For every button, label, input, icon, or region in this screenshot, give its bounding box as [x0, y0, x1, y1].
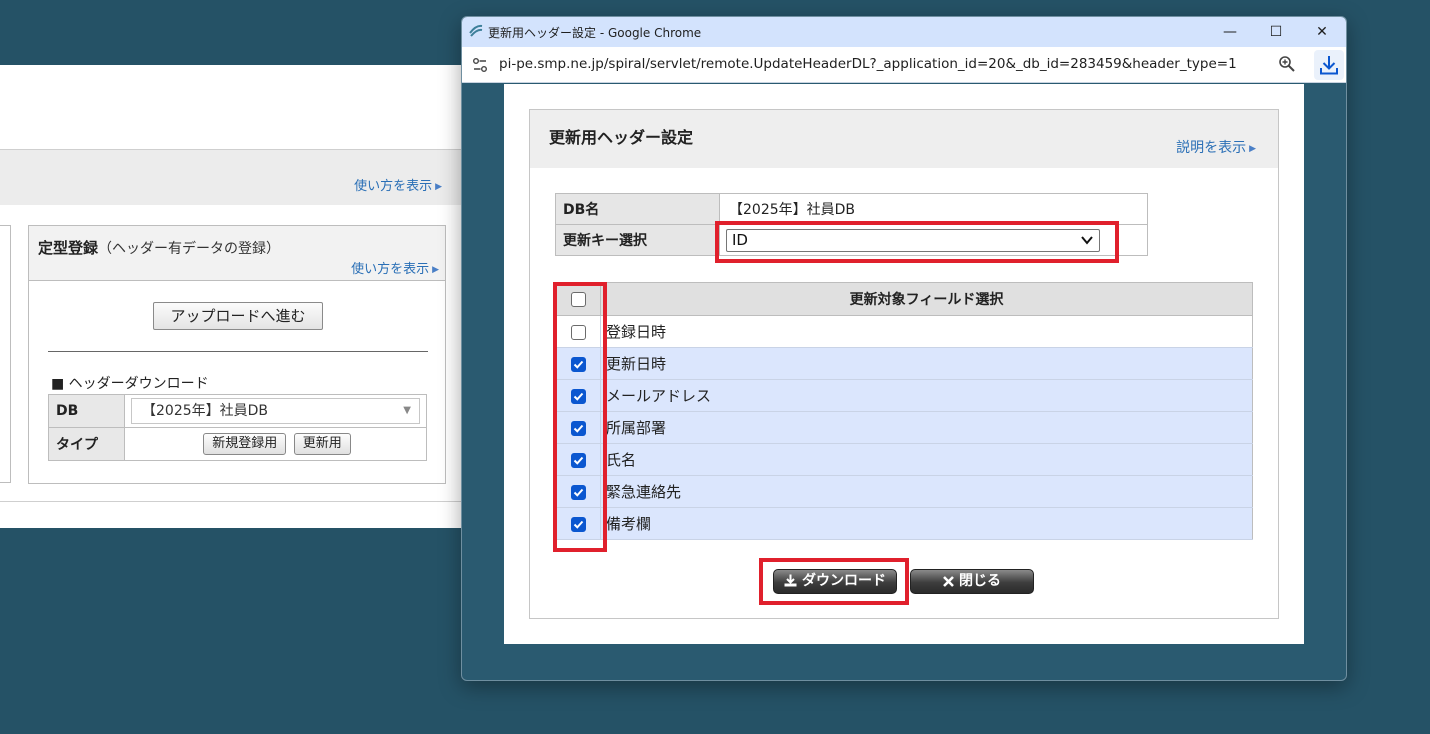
zoom-icon[interactable] [1278, 55, 1296, 73]
upload-button[interactable]: アップロードへ進む [153, 302, 323, 330]
field-row: メールアドレス [555, 379, 1253, 412]
panel-header: 更新用ヘッダー設定 説明を表示 ▶ [530, 110, 1278, 168]
highlight-update-key [715, 221, 1119, 263]
field-name: 氏名 [600, 443, 1253, 476]
app-icon [469, 24, 483, 37]
site-info-icon[interactable] [471, 56, 489, 74]
highlight-download-button [759, 558, 909, 605]
field-selection-table: 更新対象フィールド選択 登録日時 更新日時 メールアドレス 所属部署 氏名 緊急連絡先 備考… [555, 282, 1253, 540]
background-page: 使い方を表示 ▶ 定型登録（ヘッダー有データの登録） 使い方を表示 ▶ アップロード… [0, 65, 462, 528]
update-header-panel: 更新用ヘッダー設定 説明を表示 ▶ DB名 【2025年】社員DB 更新キー選択 … [529, 109, 1279, 619]
field-name: 更新日時 [600, 347, 1253, 380]
maximize-button[interactable]: ☐ [1253, 17, 1299, 47]
address-bar[interactable]: pi-pe.smp.ne.jp/spiral/servlet/remote.Up… [462, 47, 1346, 83]
url-text[interactable]: pi-pe.smp.ne.jp/spiral/servlet/remote.Up… [499, 56, 1237, 72]
field-name: 緊急連絡先 [600, 475, 1253, 508]
update-button[interactable]: 更新用 [293, 433, 351, 455]
db-name-value: 【2025年】社員DB [719, 193, 1148, 225]
background-left-panel [0, 225, 11, 483]
new-registration-button[interactable]: 新規登録用 [203, 433, 287, 455]
minimize-button[interactable]: — [1207, 17, 1253, 47]
field-name: メールアドレス [600, 379, 1253, 412]
field-row: 所属部署 [555, 411, 1253, 444]
background-howto-link[interactable]: 使い方を表示 ▶ [354, 175, 442, 194]
fixed-registration-howto-link[interactable]: 使い方を表示 ▶ [351, 258, 439, 277]
field-row: 緊急連絡先 [555, 475, 1253, 508]
help-link[interactable]: 説明を表示 ▶ [1176, 137, 1256, 157]
header-download-table: DB 【2025年】社員DB ▼ タイプ 新規登録用 更新用 [48, 394, 427, 461]
window-title: 更新用ヘッダー設定 - Google Chrome [488, 26, 702, 40]
field-row: 登録日時 [555, 315, 1253, 348]
background-header-band: 使い方を表示 ▶ [0, 149, 462, 205]
highlight-checkbox-column [553, 282, 607, 552]
close-x-icon [943, 576, 954, 587]
db-label: DB [48, 394, 125, 428]
header-download-title: ■ ヘッダーダウンロード [51, 376, 209, 392]
page-title: 更新用ヘッダー設定 [549, 128, 694, 147]
field-name: 所属部署 [600, 411, 1253, 444]
field-name: 登録日時 [600, 315, 1253, 348]
chevron-down-icon: ▼ [403, 405, 411, 416]
downloads-button[interactable] [1314, 50, 1344, 80]
db-name-label: DB名 [555, 193, 720, 225]
update-key-label: 更新キー選択 [555, 224, 720, 256]
fixed-registration-title: 定型登録（ヘッダー有データの登録） [38, 239, 281, 257]
download-icon [1320, 56, 1338, 75]
field-row: 更新日時 [555, 347, 1253, 380]
divider [48, 351, 428, 352]
field-row: 備考欄 [555, 507, 1253, 540]
divider [0, 501, 462, 502]
type-label: タイプ [48, 427, 125, 461]
field-name: 備考欄 [600, 507, 1253, 540]
close-button[interactable]: 閉じる [910, 569, 1034, 594]
field-row: 氏名 [555, 443, 1253, 476]
window-titlebar: 更新用ヘッダー設定 - Google Chrome — ☐ ✕ [462, 17, 1346, 47]
fixed-registration-header: 定型登録（ヘッダー有データの登録） 使い方を表示 ▶ [29, 226, 445, 281]
close-window-button[interactable]: ✕ [1299, 17, 1345, 47]
fixed-registration-panel: 定型登録（ヘッダー有データの登録） 使い方を表示 ▶ アップロードへ進む ■ ヘッ… [28, 225, 446, 484]
db-select[interactable]: 【2025年】社員DB ▼ [131, 398, 420, 424]
field-selection-header: 更新対象フィールド選択 [600, 282, 1253, 316]
